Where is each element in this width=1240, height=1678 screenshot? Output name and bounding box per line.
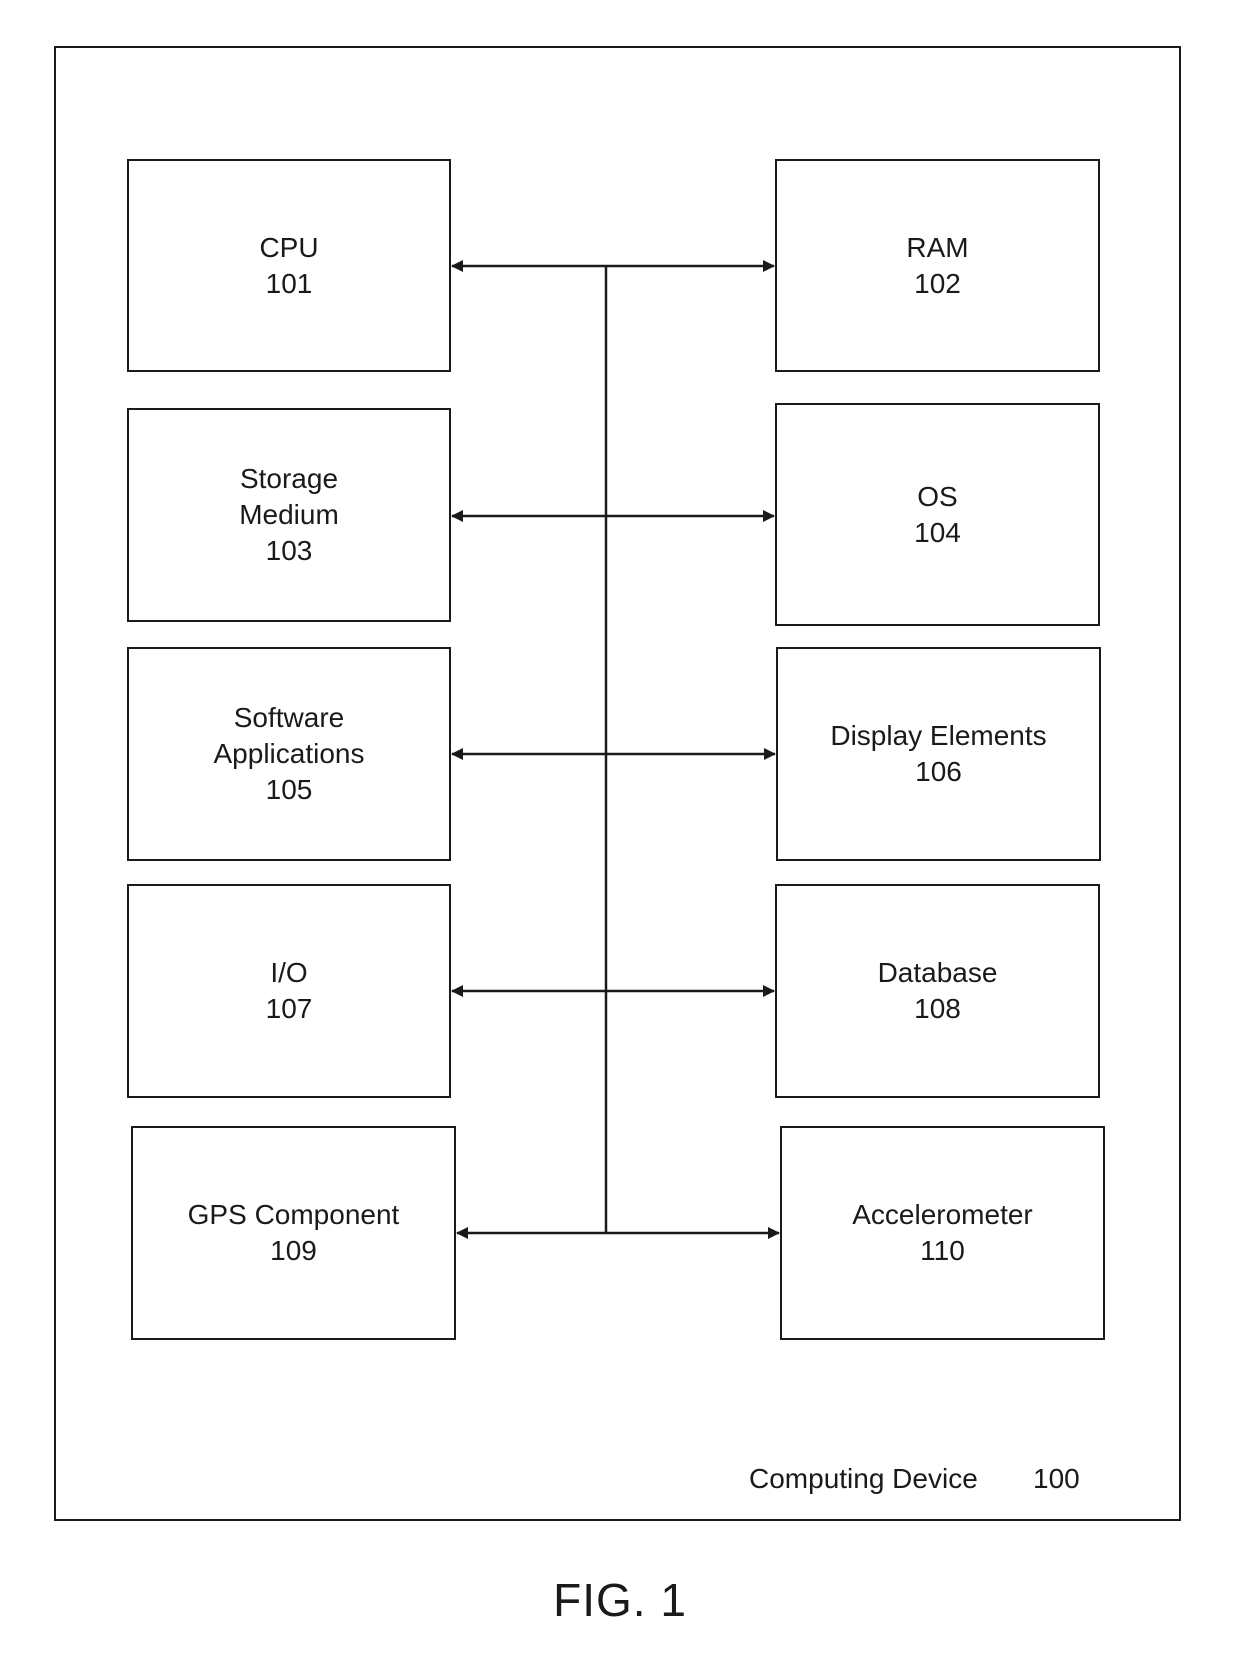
cpu-ref: 101 bbox=[265, 267, 313, 299]
cpu-box: CPU 101 bbox=[127, 159, 451, 372]
io-label: I/O bbox=[270, 957, 308, 988]
computing-device-ref: 100 bbox=[1033, 1463, 1080, 1494]
ram-box: RAM 102 bbox=[775, 159, 1100, 372]
software-applications-ref: 105 bbox=[265, 774, 313, 805]
database-label: Database bbox=[877, 957, 998, 988]
storage-medium-ref: 103 bbox=[265, 535, 313, 566]
accelerometer-box: Accelerometer 110 bbox=[780, 1126, 1105, 1340]
gps-component-label: GPS Component bbox=[187, 1199, 400, 1230]
computing-device-label: Computing Device bbox=[749, 1463, 978, 1494]
gps-component-box: GPS Component 109 bbox=[131, 1126, 456, 1340]
os-label: OS bbox=[917, 480, 958, 512]
storage-medium-box: Storage Medium 103 bbox=[127, 408, 451, 622]
io-box: I/O 107 bbox=[127, 884, 451, 1098]
accelerometer-label: Accelerometer bbox=[852, 1199, 1033, 1230]
storage-medium-label: Storage Medium bbox=[239, 463, 339, 530]
display-elements-label: Display Elements bbox=[830, 720, 1047, 751]
cpu-label: CPU bbox=[259, 231, 319, 263]
accelerometer-ref: 110 bbox=[920, 1235, 965, 1266]
display-elements-ref: 106 bbox=[915, 756, 962, 787]
software-applications-label: Software Applications bbox=[213, 702, 365, 769]
os-ref: 104 bbox=[914, 516, 961, 548]
os-box: OS 104 bbox=[775, 403, 1100, 626]
ram-ref: 102 bbox=[914, 267, 961, 299]
database-ref: 108 bbox=[914, 993, 961, 1024]
display-elements-box: Display Elements 106 bbox=[776, 647, 1101, 861]
ram-label: RAM bbox=[906, 231, 969, 263]
database-box: Database 108 bbox=[775, 884, 1100, 1098]
io-ref: 107 bbox=[265, 993, 313, 1024]
figure-title: FIG. 1 bbox=[553, 1574, 687, 1626]
software-applications-box: Software Applications 105 bbox=[127, 647, 451, 861]
gps-component-ref: 109 bbox=[270, 1235, 317, 1266]
